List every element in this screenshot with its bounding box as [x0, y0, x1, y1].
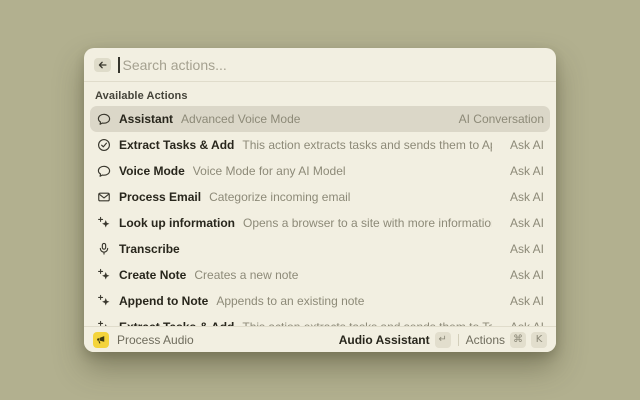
section-header: Available Actions: [84, 82, 556, 106]
list-item[interactable]: Create Note Creates a new note Ask AI: [90, 262, 550, 288]
action-accessory: Ask AI: [500, 138, 544, 152]
envelope-icon: [96, 190, 111, 205]
action-subtitle: Appends to an existing note: [216, 294, 364, 308]
sparkles-icon: [96, 268, 111, 283]
sparkles-icon: [96, 216, 111, 231]
search-input[interactable]: [118, 48, 546, 81]
action-subtitle: Creates a new note: [194, 268, 298, 282]
list-item[interactable]: Extract Tasks & Add This action extracts…: [90, 314, 550, 326]
action-title: Voice Mode: [119, 164, 185, 178]
chat-bubble-icon: [96, 164, 111, 179]
actions-list: Assistant Advanced Voice Mode AI Convers…: [84, 106, 556, 326]
sparkles-icon: [96, 294, 111, 309]
list-item[interactable]: Assistant Advanced Voice Mode AI Convers…: [90, 106, 550, 132]
list-item[interactable]: Transcribe Ask AI: [90, 236, 550, 262]
actions-menu-label: Actions: [466, 333, 505, 347]
action-subtitle: This action extracts tasks and sends the…: [242, 138, 492, 152]
action-accessory: AI Conversation: [449, 112, 544, 126]
microphone-icon: [96, 242, 111, 257]
action-accessory: Ask AI: [500, 242, 544, 256]
check-circle-icon: [96, 138, 111, 153]
action-title: Extract Tasks & Add: [119, 138, 234, 152]
action-title: Append to Note: [119, 294, 208, 308]
action-title: Look up information: [119, 216, 235, 230]
list-item[interactable]: Extract Tasks & Add This action extracts…: [90, 132, 550, 158]
footer: Process Audio Audio Assistant ↵ Actions …: [84, 326, 556, 352]
list-item[interactable]: Append to Note Appends to an existing no…: [90, 288, 550, 314]
k-key: K: [531, 332, 547, 348]
footer-divider: [458, 334, 459, 346]
command-palette-window: Available Actions Assistant Advanced Voi…: [84, 48, 556, 352]
extension-name: Process Audio: [117, 333, 194, 347]
action-subtitle: Opens a browser to a site with more info…: [243, 216, 492, 230]
primary-action-label: Audio Assistant: [339, 333, 430, 347]
primary-action-button[interactable]: Audio Assistant ↵: [339, 332, 451, 348]
back-button[interactable]: [94, 58, 111, 72]
action-accessory: Ask AI: [500, 268, 544, 282]
list-item[interactable]: Voice Mode Voice Mode for any AI Model A…: [90, 158, 550, 184]
actions-menu-button[interactable]: Actions ⌘ K: [466, 332, 547, 348]
search-bar: [84, 48, 556, 82]
command-key: ⌘: [510, 332, 526, 348]
action-subtitle: Categorize incoming email: [209, 190, 350, 204]
action-accessory: Ask AI: [500, 164, 544, 178]
action-title: Assistant: [119, 112, 173, 126]
list-item[interactable]: Look up information Opens a browser to a…: [90, 210, 550, 236]
action-title: Transcribe: [119, 242, 180, 256]
back-arrow-icon: [97, 60, 108, 70]
list-item[interactable]: Process Email Categorize incoming email …: [90, 184, 550, 210]
action-subtitle: Advanced Voice Mode: [181, 112, 300, 126]
action-accessory: Ask AI: [500, 216, 544, 230]
action-accessory: Ask AI: [500, 294, 544, 308]
chat-bubble-icon: [96, 112, 111, 127]
action-subtitle: Voice Mode for any AI Model: [193, 164, 346, 178]
return-key: ↵: [435, 332, 451, 348]
footer-actions: Audio Assistant ↵ Actions ⌘ K: [339, 332, 547, 348]
megaphone-icon: [93, 332, 109, 348]
search-text-input[interactable]: [120, 48, 547, 81]
action-title: Create Note: [119, 268, 186, 282]
action-accessory: Ask AI: [500, 190, 544, 204]
action-title: Process Email: [119, 190, 201, 204]
